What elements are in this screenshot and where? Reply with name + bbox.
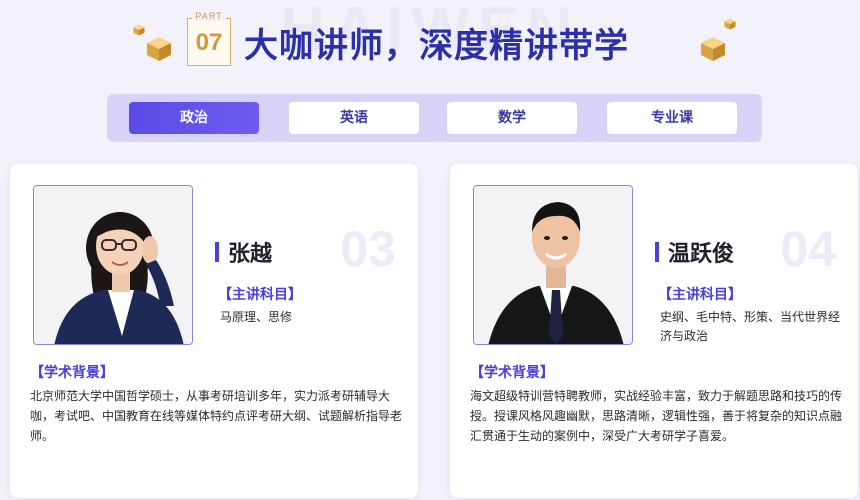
gold-cube-icon — [724, 18, 736, 30]
background-heading: 【学术背景】 — [30, 365, 114, 381]
gold-cube-icon — [133, 24, 145, 36]
section-header: PART 07 大咖讲师，深度精讲带学 — [0, 10, 860, 70]
gold-cube-icon — [701, 37, 725, 61]
teacher-photo — [473, 185, 633, 345]
teacher-photo — [33, 185, 193, 345]
tab-math[interactable]: 数学 — [447, 102, 577, 134]
tab-major[interactable]: 专业课 — [607, 102, 737, 134]
teacher-name: 温跃俊 — [668, 242, 735, 267]
name-accent-bar — [655, 242, 659, 262]
teacher-number: 04 — [780, 221, 836, 277]
subject-heading: 【主讲科目】 — [658, 287, 742, 303]
background-text: 北京师范大学中国哲学硕士，从事考研培训多年，实力派考研辅导大咖，考试吧、中国教育… — [30, 389, 403, 443]
teacher-card: 03 张越 【主讲科目】 马原理、思修 【学术背景】 北京师范大学中国哲学硕士，… — [10, 164, 418, 498]
subject-text: 马原理、思修 — [220, 310, 293, 324]
tab-english[interactable]: 英语 — [289, 102, 419, 134]
gold-cube-icon — [147, 37, 171, 61]
teacher-name: 张越 — [228, 242, 273, 267]
name-accent-bar — [215, 242, 219, 262]
background-heading: 【学术背景】 — [470, 365, 554, 381]
teacher-card: 04 温跃俊 【主讲科目】 史纲、毛中特、形策、当代世界经济与政治 【学术背景】… — [450, 164, 858, 498]
part-label: PART — [192, 11, 226, 21]
part-number: 07 — [195, 29, 223, 56]
tab-politics[interactable]: 政治 — [129, 102, 259, 134]
subject-tab-bar: 政治 英语 数学 专业课 — [107, 94, 762, 142]
subject-heading: 【主讲科目】 — [218, 287, 302, 303]
subject-text: 史纲、毛中特、形策、当代世界经济与政治 — [660, 310, 841, 343]
teacher-number: 03 — [340, 221, 396, 277]
part-badge: PART 07 — [187, 11, 231, 66]
background-text: 海文超级特训营特聘教师，实战经验丰富，致力于解题思路和技巧的传授。授课风格风趣幽… — [470, 389, 843, 443]
page-title: 大咖讲师，深度精讲带学 — [244, 26, 629, 66]
